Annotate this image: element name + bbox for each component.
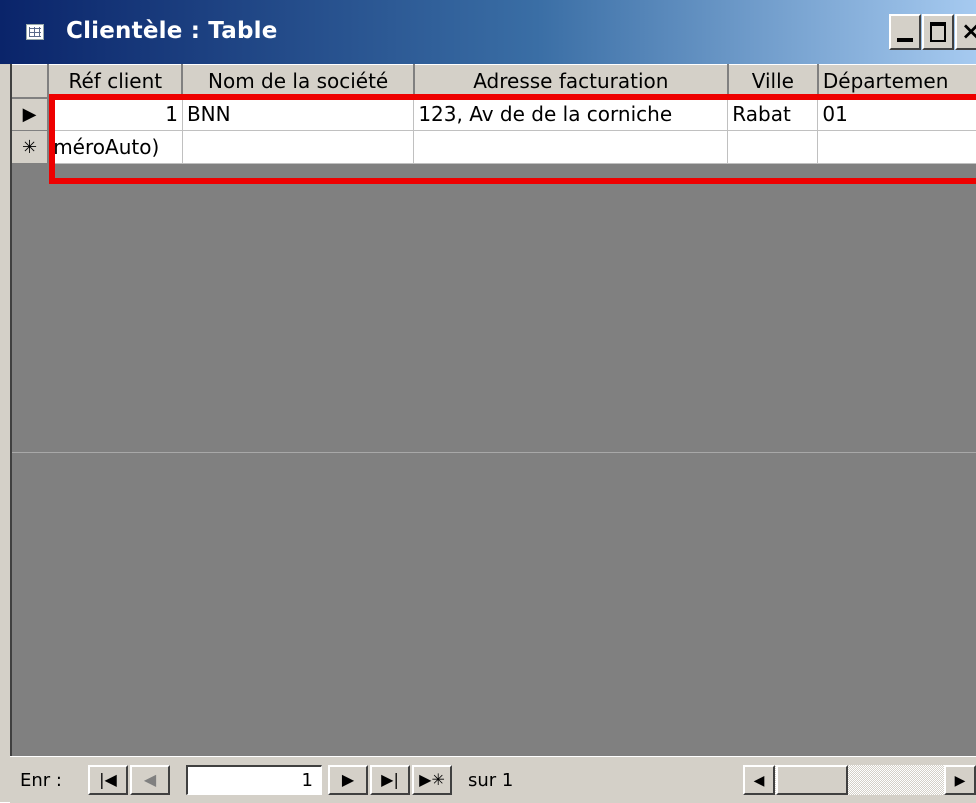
cell-ville[interactable]	[727, 130, 819, 164]
next-record-button[interactable]: ▶	[328, 765, 368, 795]
datasheet-table: Réf client Nom de la société Adresse fac…	[12, 64, 976, 164]
maximize-icon	[930, 22, 946, 42]
record-navigation-bar: Enr : |◀ ◀ 1 ▶ ▶| ▶✳ sur 1 ◀ ▶	[10, 756, 976, 803]
new-record-selector[interactable]: ✳	[12, 130, 50, 164]
cell-departement[interactable]	[817, 130, 976, 164]
column-header-adresse[interactable]: Adresse facturation	[413, 64, 729, 99]
first-record-button[interactable]: |◀	[88, 765, 128, 795]
record-total: sur 1	[468, 770, 514, 791]
grid-divider	[12, 452, 976, 453]
table-icon	[26, 24, 44, 40]
column-header-ref-client[interactable]: Réf client	[48, 64, 184, 99]
cell-ref-client[interactable]: 1	[48, 97, 183, 131]
current-record-input[interactable]: 1	[186, 765, 322, 795]
column-header-departement[interactable]: Départemen	[817, 64, 976, 99]
cell-adresse[interactable]	[413, 130, 729, 164]
minimize-icon	[897, 38, 913, 42]
header-row: Réf client Nom de la société Adresse fac…	[12, 64, 976, 99]
last-record-button[interactable]: ▶|	[370, 765, 410, 795]
window-title: Clientèle : Table	[66, 18, 278, 44]
cell-ref-client[interactable]: méroAuto)	[48, 130, 183, 164]
new-record-button[interactable]: ▶✳	[412, 765, 452, 795]
cell-adresse[interactable]: 123, Av de de la corniche	[413, 97, 729, 131]
scroll-thumb[interactable]	[776, 765, 848, 795]
current-record-selector[interactable]: ▶	[12, 97, 50, 131]
previous-record-button[interactable]: ◀	[130, 765, 170, 795]
maximize-button[interactable]	[922, 14, 954, 50]
select-all-corner[interactable]	[12, 64, 50, 99]
cell-departement[interactable]: 01	[817, 97, 976, 131]
minimize-button[interactable]	[889, 14, 921, 50]
table-row[interactable]: ▶ 1 BNN 123, Av de de la corniche Rabat …	[12, 97, 976, 131]
title-bar[interactable]: Clientèle : Table ×	[0, 0, 976, 64]
horizontal-scrollbar[interactable]: ◀ ▶	[743, 765, 976, 795]
access-table-window: Clientèle : Table × Réf client Nom de la…	[0, 0, 976, 803]
cell-nom-societe[interactable]	[182, 130, 415, 164]
record-label: Enr :	[20, 770, 62, 791]
cell-nom-societe[interactable]: BNN	[182, 97, 415, 131]
column-header-ville[interactable]: Ville	[727, 64, 819, 99]
scroll-left-button[interactable]: ◀	[743, 765, 775, 795]
cell-ville[interactable]: Rabat	[727, 97, 819, 131]
datasheet-grid: Réf client Nom de la société Adresse fac…	[10, 64, 976, 756]
scroll-right-button[interactable]: ▶	[944, 765, 976, 795]
column-header-nom-societe[interactable]: Nom de la société	[182, 64, 415, 99]
new-record-row[interactable]: ✳ méroAuto)	[12, 130, 976, 164]
close-button[interactable]: ×	[955, 14, 976, 50]
